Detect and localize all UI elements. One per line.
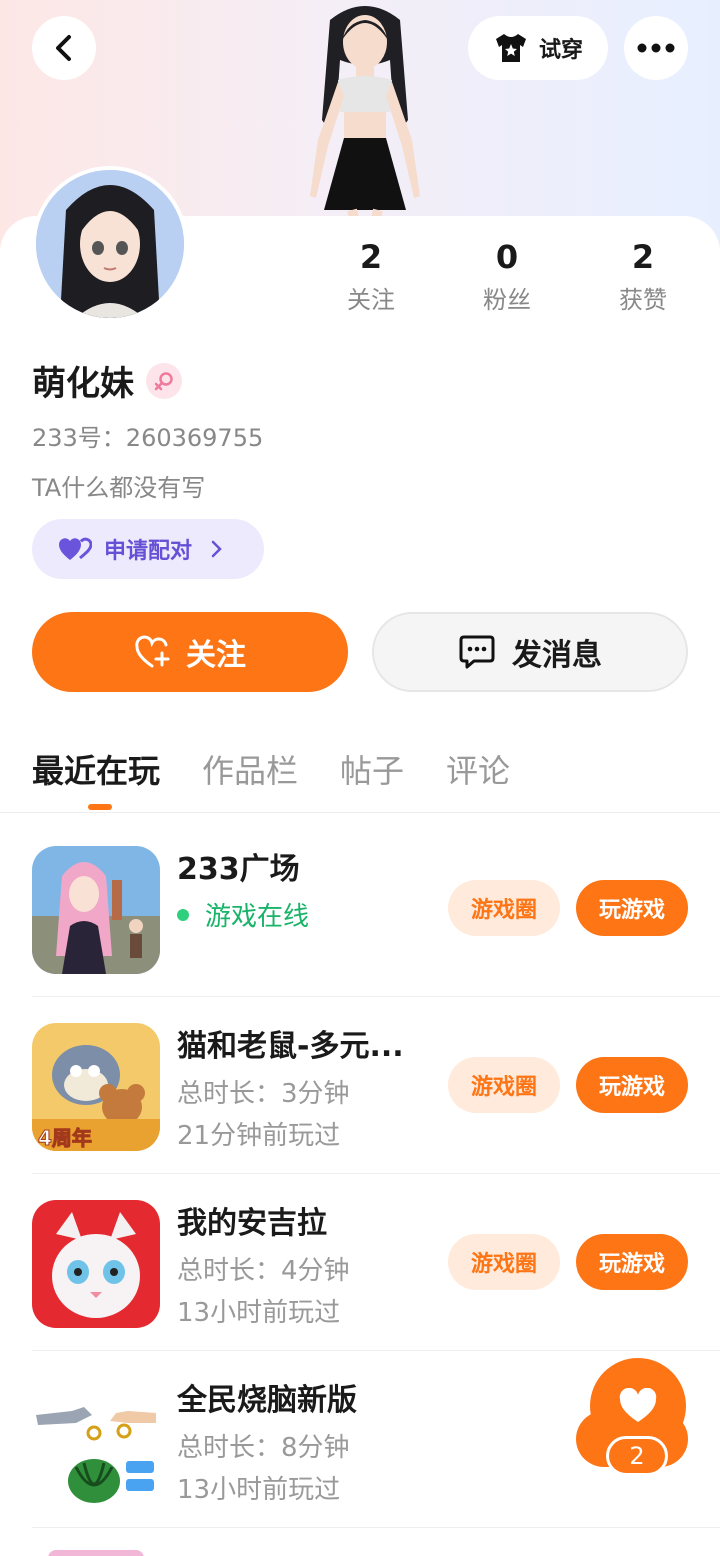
avatar-portrait-image xyxy=(36,170,184,318)
stat-following-label: 关注 xyxy=(347,286,395,314)
chevron-right-icon xyxy=(211,540,222,558)
play-game-button[interactable]: 玩游戏 xyxy=(576,1234,688,1290)
name-row: 萌化妹 xyxy=(32,356,182,405)
stat-following-value: 2 xyxy=(359,238,383,276)
send-message-button[interactable]: 发消息 xyxy=(372,612,688,692)
avatar[interactable] xyxy=(32,166,188,322)
more-dots-icon xyxy=(637,43,675,53)
request-pair-button[interactable]: 申请配对 xyxy=(32,519,264,579)
game-title: 全民烧脑新版 xyxy=(177,1383,357,1418)
send-message-label: 发消息 xyxy=(512,638,602,673)
tom-and-jerry-icon: 4周年 xyxy=(32,1023,160,1151)
angela-icon xyxy=(32,1200,160,1328)
game-circle-button[interactable]: 游戏圈 xyxy=(448,880,560,936)
play-game-button[interactable]: 玩游戏 xyxy=(576,880,688,936)
game-233-plaza-icon xyxy=(32,846,160,974)
tab-works[interactable]: 作品栏 xyxy=(202,746,298,792)
like-count-badge: 2 xyxy=(606,1436,668,1476)
follow-button[interactable]: 关注 xyxy=(32,612,348,692)
stat-following[interactable]: 2 关注 xyxy=(321,236,421,315)
brain-puzzle-icon xyxy=(32,1377,160,1505)
tshirt-icon xyxy=(495,34,526,62)
stat-fans-label: 粉丝 xyxy=(483,286,531,314)
game-last-played: 13小时前玩过 xyxy=(177,1475,341,1505)
try-on-label: 试穿 xyxy=(538,38,583,63)
heart-plus-icon xyxy=(135,635,170,668)
tab-posts[interactable]: 帖子 xyxy=(340,746,404,792)
play-game-button[interactable]: 玩游戏 xyxy=(576,1057,688,1113)
game-circle-button[interactable]: 游戏圈 xyxy=(448,1234,560,1290)
game-title: 233广场 xyxy=(177,852,300,887)
game-last-played: 13小时前玩过 xyxy=(177,1298,341,1328)
stat-likes[interactable]: 2 获赞 xyxy=(593,236,693,315)
game-total-duration: 总时长：8分钟 xyxy=(177,1433,350,1463)
heart-icon xyxy=(619,1388,657,1422)
game-last-played: 21分钟前玩过 xyxy=(177,1121,341,1151)
stat-likes-label: 获赞 xyxy=(619,286,667,314)
tom-and-jerry-icon-badge: 4周年 xyxy=(38,1126,92,1150)
game-title: 猫和老鼠-多元... xyxy=(177,1029,404,1064)
chat-bubble-icon xyxy=(459,635,495,669)
game-total-duration: 总时长：3分钟 xyxy=(177,1079,350,1109)
stat-fans[interactable]: 0 粉丝 xyxy=(457,236,557,315)
user-id: 233号：260369755 xyxy=(32,424,264,452)
stat-fans-value: 0 xyxy=(495,238,519,276)
game-title: 我的安吉拉 xyxy=(177,1206,327,1241)
game-total-duration: 总时长：4分钟 xyxy=(177,1256,350,1286)
request-pair-label: 申请配对 xyxy=(104,539,193,564)
next-game-icon-peek xyxy=(48,1550,144,1556)
more-button[interactable] xyxy=(624,16,688,80)
tab-recently-played[interactable]: 最近在玩 xyxy=(32,746,160,810)
tab-comments[interactable]: 评论 xyxy=(446,746,510,792)
avatar-full-body-figure xyxy=(310,6,420,218)
game-online-status: 游戏在线 xyxy=(177,896,309,933)
profile-tabs: 最近在玩 作品栏 帖子 评论 xyxy=(32,746,510,810)
try-on-button[interactable]: 试穿 xyxy=(468,16,608,80)
game-list-item[interactable]: 233广场 游戏在线 游戏圈 玩游戏 xyxy=(32,820,720,997)
pair-hearts-icon xyxy=(58,537,92,560)
profile-name: 萌化妹 xyxy=(32,364,134,404)
female-gender-icon xyxy=(146,362,182,399)
chevron-left-icon xyxy=(56,35,71,61)
game-list-item[interactable]: 我的安吉拉 总时长：4分钟 13小时前玩过 游戏圈 玩游戏 xyxy=(32,1174,720,1351)
stat-likes-value: 2 xyxy=(631,238,655,276)
back-button[interactable] xyxy=(32,16,96,80)
game-list-item[interactable]: 4周年 猫和老鼠-多元... 总时长：3分钟 21分钟前玩过 游戏圈 玩游戏 xyxy=(32,997,720,1174)
list-divider xyxy=(32,1527,720,1528)
follow-label: 关注 xyxy=(186,638,246,673)
game-circle-button[interactable]: 游戏圈 xyxy=(448,1057,560,1113)
user-bio: TA什么都没有写 xyxy=(32,474,206,502)
tabs-divider xyxy=(0,812,720,813)
online-dot-icon xyxy=(177,908,189,921)
online-status-text: 游戏在线 xyxy=(205,902,310,932)
